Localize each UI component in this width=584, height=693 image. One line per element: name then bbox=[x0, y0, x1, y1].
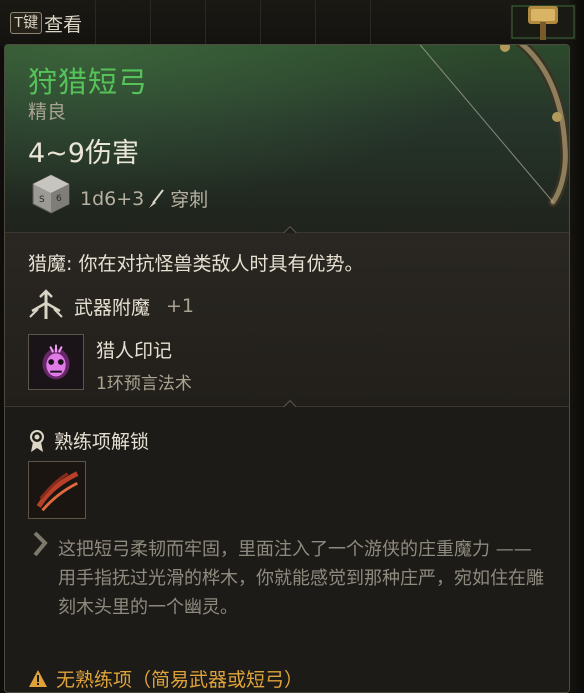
enchant-bonus: +1 bbox=[166, 295, 195, 317]
background-toolbar bbox=[0, 0, 584, 46]
hotkey-label: 查看 bbox=[44, 13, 83, 36]
hammer-icon[interactable] bbox=[510, 0, 576, 40]
tooltip-header: 狩猎短弓 精良 4~9伤害 S 6 1d6+3 穿刺 bbox=[5, 45, 569, 233]
hunters-mark-icon[interactable] bbox=[28, 334, 84, 390]
quote-icon bbox=[33, 531, 48, 557]
lore-paragraph-2: 用手指抚过光滑的桦木，你就能感觉到那种庄严，宛如住在雕刻木头里的一个幽灵。 bbox=[58, 568, 544, 618]
passive-text: 你在对抗怪兽类敌人时具有优势。 bbox=[78, 253, 364, 275]
background-divider bbox=[205, 0, 206, 46]
svg-text:S: S bbox=[39, 195, 45, 205]
background-divider bbox=[315, 0, 316, 46]
spell-row[interactable]: 猎人印记 1环预言法术 bbox=[28, 334, 192, 394]
item-damage: 4~9伤害 bbox=[28, 138, 139, 169]
slash-attack-icon[interactable] bbox=[28, 461, 86, 519]
item-name: 狩猎短弓 bbox=[28, 65, 149, 99]
lore-text: 这把短弓柔韧而牢固，里面注入了一个游侠的庄重魔力 —— 用手指抚过光滑的桦木，你… bbox=[58, 535, 558, 622]
background-divider bbox=[370, 0, 371, 46]
dice-icon: S 6 bbox=[32, 174, 70, 214]
spell-level: 1环预言法术 bbox=[96, 374, 192, 394]
background-divider bbox=[95, 0, 96, 46]
item-rarity: 精良 bbox=[28, 101, 67, 123]
warning-row: 无熟练项（简易武器或短弓） bbox=[28, 665, 303, 692]
enchant-icon bbox=[29, 289, 63, 319]
passive-ability: 猎魔: 你在对抗怪兽类敌人时具有优势。 bbox=[28, 249, 363, 276]
warning-text: 无熟练项（简易武器或短弓） bbox=[56, 669, 304, 691]
item-tooltip: 狩猎短弓 精良 4~9伤害 S 6 1d6+3 穿刺 猎魔: 你在对抗怪兽类敌人… bbox=[4, 44, 570, 693]
background-divider bbox=[150, 0, 151, 46]
proficiency-section: 熟练项解锁 这把短弓柔韧而牢固，里面注入了一个游侠的庄重魔力 —— 用手指抚过光… bbox=[5, 407, 569, 692]
proficiency-row: 熟练项解锁 bbox=[28, 427, 149, 454]
svg-text:6: 6 bbox=[56, 194, 62, 204]
hotkey-hint[interactable]: T键 查看 bbox=[10, 9, 82, 37]
passive-label: 猎魔: bbox=[28, 253, 73, 275]
enchant-label: 武器附魔 bbox=[74, 296, 151, 319]
pierce-icon bbox=[149, 188, 165, 208]
hotkey-key: T键 bbox=[10, 12, 43, 34]
damage-type: 穿刺 bbox=[170, 189, 209, 211]
enchant-section: 猎魔: 你在对抗怪兽类敌人时具有优势。 武器附魔 +1 猎人印记 1环预言法术 bbox=[5, 233, 569, 405]
lore-paragraph-1: 这把短弓柔韧而牢固，里面注入了一个游侠的庄重魔力 —— bbox=[58, 539, 532, 560]
spell-info: 猎人印记 1环预言法术 bbox=[96, 334, 192, 394]
shortbow-icon bbox=[419, 45, 569, 207]
proficiency-label: 熟练项解锁 bbox=[54, 431, 150, 453]
background-divider bbox=[260, 0, 261, 46]
weapon-enchant-row: 武器附魔 +1 bbox=[28, 289, 194, 323]
damage-dice-row: 1d6+3 穿刺 bbox=[80, 185, 208, 212]
spell-name: 猎人印记 bbox=[96, 340, 173, 362]
ribbon-icon bbox=[30, 429, 44, 452]
background-edge bbox=[570, 0, 584, 693]
damage-dice: 1d6+3 bbox=[80, 187, 145, 210]
warning-icon bbox=[29, 669, 47, 687]
